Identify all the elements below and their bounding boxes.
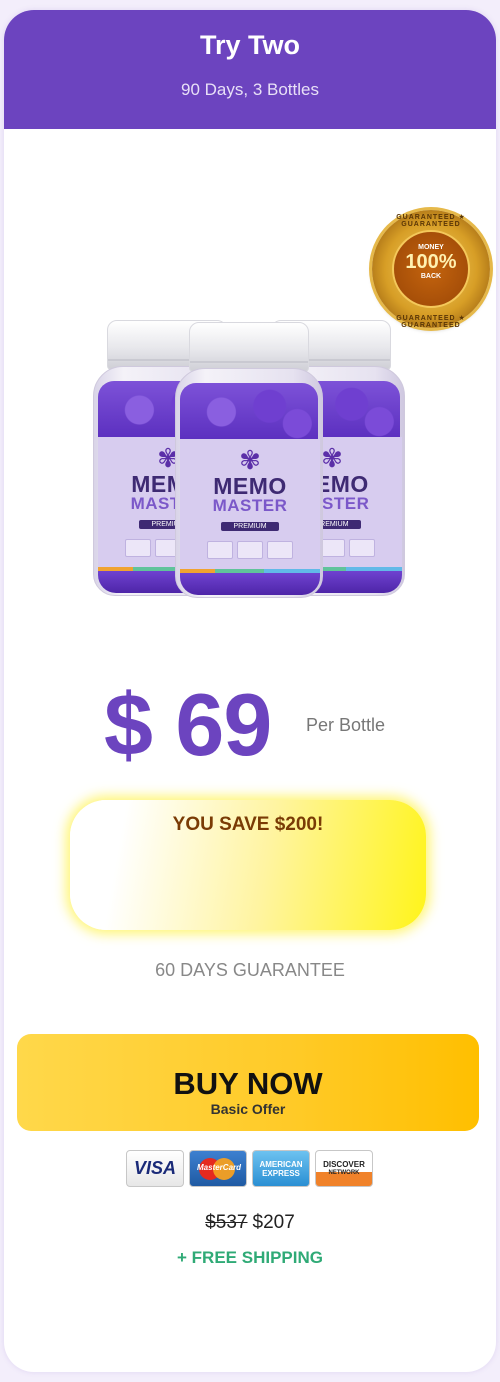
discounted-total-price: $207 <box>252 1212 295 1233</box>
price-per-bottle: $ 69 <box>104 675 272 774</box>
savings-badge: YOU SAVE $200! <box>70 800 426 930</box>
american-express-icon: AMERICAN EXPRESS <box>252 1150 310 1187</box>
bottle-variant: PREMIUM <box>221 522 279 531</box>
product-image: ✾ MEMO MASTER PREMIUM ✾ MEMO MASTER PREM… <box>89 320 409 610</box>
bottle-brand-line2: MASTER <box>212 496 288 515</box>
brain-logo-icon: ✾ <box>239 445 261 475</box>
price-unit: Per Bottle <box>306 715 386 735</box>
buy-now-button[interactable]: BUY NOW Basic Offer <box>17 1034 479 1131</box>
discover-label-line2: NETWORK <box>328 1169 360 1176</box>
discover-label-line1: DISCOVER <box>323 1159 365 1169</box>
mastercard-icon: MasterCard <box>189 1150 247 1187</box>
bottle-brand-line1: MEMO <box>213 473 287 499</box>
seal-back-text: BACK <box>420 273 442 280</box>
seal-money-text: MONEY <box>418 244 444 251</box>
buy-now-label: BUY NOW <box>173 1066 323 1101</box>
seal-ring-top-text: GUARANTEED ★ GUARANTEED <box>396 214 466 228</box>
guarantee-text: 60 DAYS GUARANTEE <box>155 960 345 980</box>
savings-text: YOU SAVE $200! <box>172 814 324 835</box>
offer-header: Try Two 90 Days, 3 Bottles <box>4 10 496 129</box>
original-total-price: $537 <box>205 1212 248 1233</box>
offer-title: Try Two <box>199 30 300 60</box>
buy-now-sublabel: Basic Offer <box>210 1101 286 1117</box>
payment-methods: VISA MasterCard AMERICAN EXPRESS DISCOVE… <box>126 1150 373 1187</box>
visa-card-icon: VISA <box>126 1150 184 1187</box>
bottle-front: ✾ MEMO MASTER PREMIUM <box>175 322 323 598</box>
offer-subtitle: 90 Days, 3 Bottles <box>181 80 319 99</box>
discover-card-icon: DISCOVER NETWORK <box>315 1150 373 1187</box>
total-price: $537 $207 <box>4 1212 496 1234</box>
amex-label-line2: EXPRESS <box>262 1168 300 1178</box>
offer-card: Try Two 90 Days, 3 Bottles GUARANTEED ★ … <box>4 10 496 1372</box>
amex-label-line1: AMERICAN <box>259 1159 303 1169</box>
mastercard-label: MasterCard <box>197 1162 242 1172</box>
seal-percent-text: 100% <box>405 251 457 273</box>
free-shipping-text: + FREE SHIPPING <box>177 1248 323 1267</box>
money-back-guarantee-seal: GUARANTEED ★ GUARANTEED MONEY 100% BACK … <box>372 210 490 329</box>
